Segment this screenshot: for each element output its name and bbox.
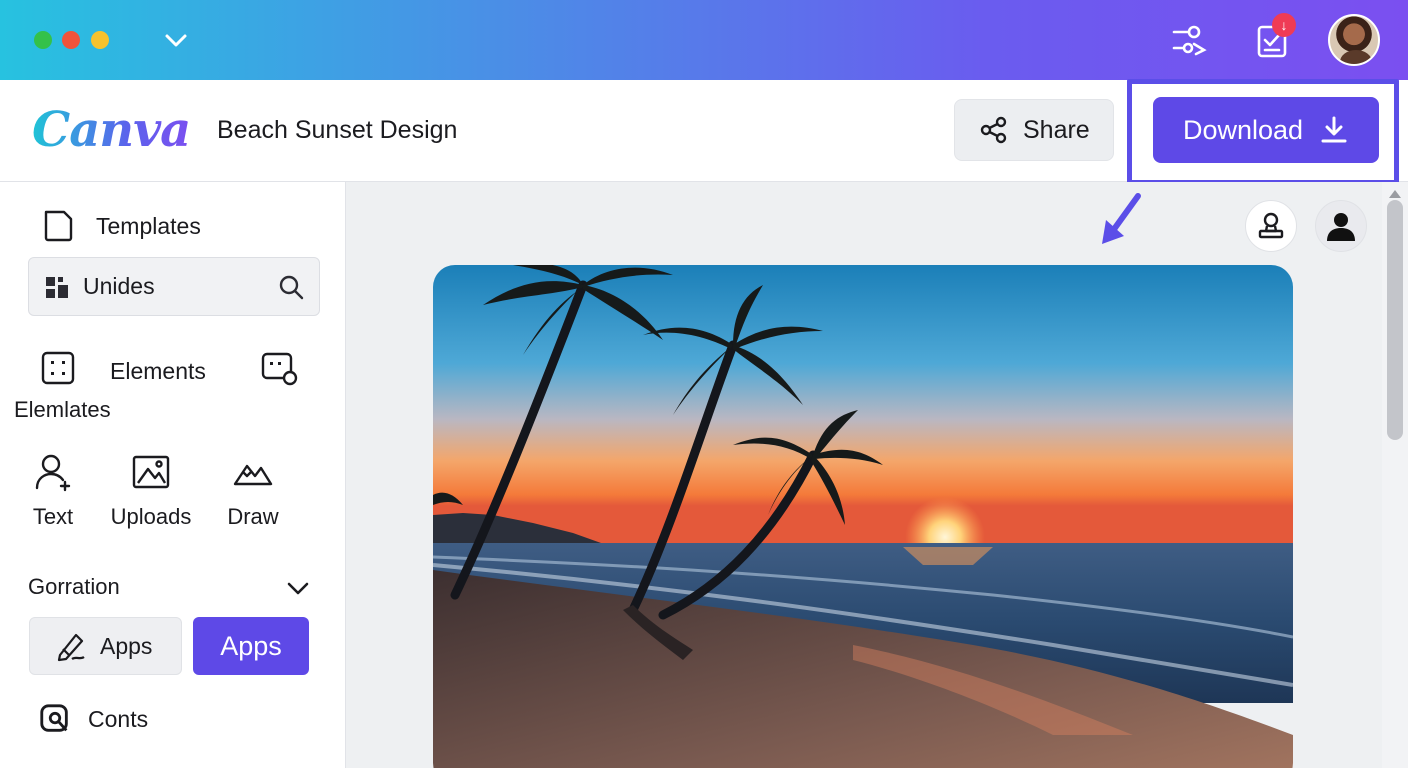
avatar[interactable] xyxy=(1328,14,1380,66)
uploads-image-icon xyxy=(132,455,170,489)
template-icon xyxy=(44,210,73,242)
user-button[interactable] xyxy=(1315,200,1367,252)
canva-logo[interactable]: Canva xyxy=(32,102,191,158)
chevron-down-icon[interactable] xyxy=(160,24,192,56)
share-label: Share xyxy=(1023,115,1090,144)
sidebar-item-label: Templates xyxy=(96,212,201,239)
tool-label: Draw xyxy=(227,504,279,529)
download-icon xyxy=(1321,116,1347,143)
apps-primary-label: Apps xyxy=(220,630,282,661)
search-label: Unides xyxy=(83,273,155,299)
window-minimize-dot[interactable] xyxy=(62,31,80,49)
download-button[interactable]: Download xyxy=(1153,97,1379,163)
arrow-pointer-icon xyxy=(1102,193,1141,244)
document-title[interactable]: Beach Sunset Design xyxy=(217,116,457,145)
tool-label: Text xyxy=(32,504,74,529)
conts-icon xyxy=(40,704,68,732)
share-button[interactable]: Share xyxy=(954,99,1114,161)
tool-draw[interactable]: Draw xyxy=(226,452,280,530)
browser-top-bar: ↓ xyxy=(0,0,1408,80)
apps-primary-button[interactable]: Apps xyxy=(193,617,309,675)
scroll-up-arrow[interactable] xyxy=(1389,190,1401,198)
chevron-down-icon[interactable] xyxy=(284,574,312,602)
stamp-button[interactable] xyxy=(1245,200,1297,252)
apps-secondary-label: Apps xyxy=(100,632,153,659)
stamp-icon xyxy=(1258,212,1284,239)
apps-pencil-icon xyxy=(57,633,85,662)
filter-settings-icon[interactable] xyxy=(1170,20,1210,60)
sidebar-item-label: Conts xyxy=(88,705,149,732)
text-user-icon xyxy=(35,454,71,492)
sidebar-item-templates[interactable]: Templates xyxy=(40,208,201,244)
apps-secondary-button[interactable]: Apps xyxy=(29,617,182,675)
download-label: Download xyxy=(1183,114,1304,145)
tool-uploads[interactable]: Uploads xyxy=(108,452,194,530)
left-sidebar: Templates Unides Elements Elemlates Text… xyxy=(0,182,346,768)
scroll-thumb[interactable] xyxy=(1387,200,1403,440)
beach-sunset-illustration xyxy=(433,265,1293,768)
tool-text[interactable]: Text xyxy=(30,452,76,530)
window-maximize-dot[interactable] xyxy=(91,31,109,49)
elements-icon[interactable] xyxy=(40,350,76,386)
elemlates-label[interactable]: Elemlates xyxy=(14,397,111,423)
search-icon[interactable] xyxy=(277,273,305,301)
share-icon xyxy=(980,116,1007,144)
beach-sunset-image[interactable] xyxy=(433,265,1293,768)
brand-icon xyxy=(46,276,68,298)
section-heading[interactable]: Gorration xyxy=(28,574,120,600)
tool-label: Uploads xyxy=(110,504,192,529)
elements-label[interactable]: Elements xyxy=(110,358,206,385)
window-close-dot[interactable] xyxy=(34,31,52,49)
search-input[interactable]: Unides xyxy=(28,257,320,316)
notification-badge: ↓ xyxy=(1272,13,1296,37)
elements-alt-icon[interactable] xyxy=(260,350,300,390)
draw-mountain-icon xyxy=(233,464,273,486)
sidebar-item-conts[interactable]: Conts xyxy=(38,702,148,736)
user-icon xyxy=(1327,213,1355,241)
